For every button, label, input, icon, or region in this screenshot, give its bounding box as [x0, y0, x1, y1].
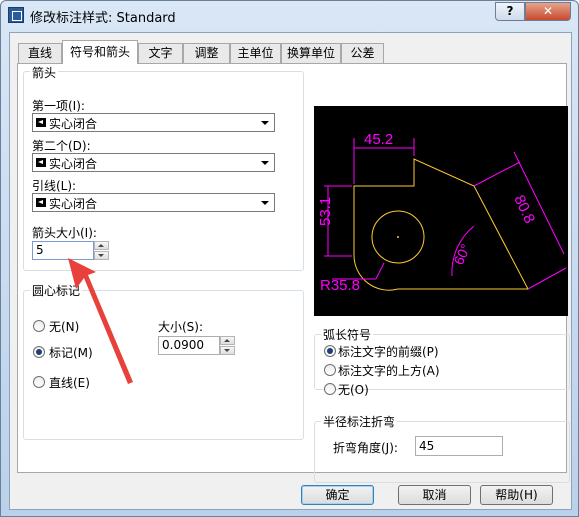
preview-dim-angle: 60° — [450, 241, 473, 267]
window-title: 修改标注样式: Standard — [30, 11, 176, 26]
preview-center-mark — [397, 236, 399, 238]
tab-alternate-units[interactable]: 换算单位 — [281, 43, 341, 63]
leader-arrow-label: 引线(L): — [32, 179, 77, 193]
first-arrow-value: 实心闭合 — [49, 117, 98, 131]
preview-dim-left: 53.1 — [317, 197, 334, 226]
center-marks-title: 圆心标记 — [30, 282, 83, 299]
arc-length-title: 弧长符号 — [321, 326, 374, 343]
first-arrow-select[interactable]: 实心闭合 — [32, 113, 275, 132]
center-mark-size-label: 大小(S): — [158, 320, 204, 334]
preview-dim-radius: R35.8 — [320, 277, 360, 294]
preview-drawing: 45.2 53.1 80.8 60° R35.8 — [317, 131, 567, 294]
leader-arrow-value: 实心闭合 — [49, 197, 98, 211]
center-mark-size-spinner[interactable] — [220, 336, 235, 355]
dialog-client: 直线 符号和箭头 文字 调整 主单位 换算单位 公差 箭头 第一项(I): 实心… — [9, 32, 572, 510]
spin-down-icon[interactable] — [94, 251, 109, 260]
tab-primary-units[interactable]: 主单位 — [230, 43, 281, 63]
second-arrow-value: 实心闭合 — [49, 157, 98, 171]
arc-prefix-radio[interactable] — [324, 345, 336, 357]
arrow-size-spinner[interactable] — [94, 241, 109, 260]
preview-dim-top: 45.2 — [364, 131, 393, 148]
arrow-size-input[interactable]: 5 — [32, 241, 94, 260]
tab-fit[interactable]: 调整 — [183, 43, 230, 63]
center-mark-line-label: 直线(E) — [49, 376, 90, 390]
cancel-button[interactable]: 取消 — [398, 485, 471, 505]
tab-text[interactable]: 文字 — [138, 43, 183, 63]
arc-prefix-label: 标注文字的前缀(P) — [338, 345, 439, 359]
spin-down-icon[interactable] — [220, 346, 235, 355]
tab-page-symbols-arrows: 箭头 第一项(I): 实心闭合 第二个(D): 实心闭合 引线(L): 实心闭合… — [17, 63, 570, 483]
chevron-down-icon[interactable] — [257, 115, 272, 130]
chevron-down-icon[interactable] — [257, 155, 272, 170]
spin-up-icon[interactable] — [220, 336, 235, 345]
spin-up-icon[interactable] — [94, 241, 109, 250]
help-button[interactable]: 帮助(H) — [480, 485, 553, 505]
dimension-preview: 45.2 53.1 80.8 60° R35.8 — [314, 106, 568, 316]
center-mark-none-radio[interactable] — [33, 320, 45, 332]
second-arrow-label: 第二个(D): — [32, 139, 91, 153]
preview-dim-right: 80.8 — [510, 193, 538, 227]
radius-jog-title: 半径标注折弯 — [321, 413, 398, 430]
closed-filled-arrow-icon — [36, 198, 46, 207]
center-mark-line-radio[interactable] — [33, 376, 45, 388]
ok-button[interactable]: 确定 — [301, 485, 374, 505]
center-mark-size-input[interactable]: 0.0900 — [158, 336, 220, 355]
dialog-window: 修改标注样式: Standard ? ✕ 直线 符号和箭头 文字 调整 主单位 … — [0, 0, 579, 517]
chevron-down-icon[interactable] — [257, 195, 272, 210]
arc-above-radio[interactable] — [324, 364, 336, 376]
center-marks-group — [23, 290, 304, 440]
leader-arrow-select[interactable]: 实心闭合 — [32, 193, 275, 212]
first-arrow-label: 第一项(I): — [32, 99, 85, 113]
arrow-size-label: 箭头大小(I): — [32, 226, 97, 240]
jog-angle-input[interactable]: 45 — [415, 436, 503, 456]
title-bar[interactable]: 修改标注样式: Standard ? ✕ — [1, 1, 578, 31]
tab-lines[interactable]: 直线 — [18, 43, 62, 63]
center-mark-mark-label: 标记(M) — [49, 346, 93, 360]
center-mark-mark-radio[interactable] — [33, 346, 45, 358]
arc-above-label: 标注文字的上方(A) — [338, 364, 440, 378]
app-icon — [8, 7, 24, 23]
tab-tolerances[interactable]: 公差 — [341, 43, 384, 63]
arc-none-label: 无(O) — [338, 383, 369, 397]
center-mark-none-label: 无(N) — [49, 320, 80, 334]
closed-filled-arrow-icon — [36, 158, 46, 167]
closed-filled-arrow-icon — [36, 118, 46, 127]
arrowheads-title: 箭头 — [30, 64, 59, 81]
tab-symbols-arrows[interactable]: 符号和箭头 — [62, 40, 138, 64]
second-arrow-select[interactable]: 实心闭合 — [32, 153, 275, 172]
arc-none-radio[interactable] — [324, 383, 336, 395]
jog-angle-label: 折弯角度(J): — [333, 441, 398, 455]
close-button[interactable]: ✕ — [525, 2, 571, 21]
title-help-button[interactable]: ? — [495, 2, 525, 21]
